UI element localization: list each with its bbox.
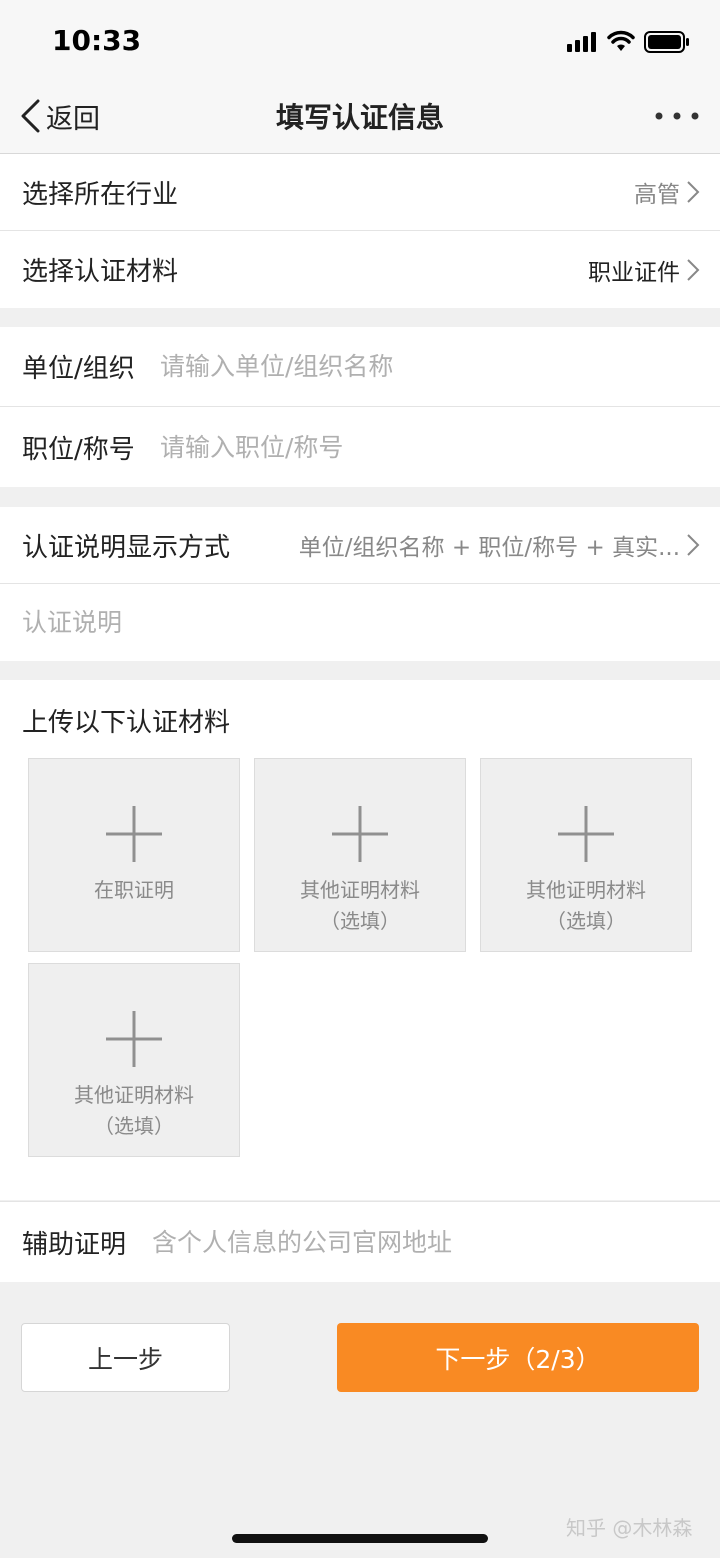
upload-tile-other-proof[interactable]: 其他证明材料 （选填） — [28, 963, 240, 1157]
plus-icon — [106, 806, 162, 862]
upload-tile-other-proof[interactable]: 其他证明材料 （选填） — [254, 758, 466, 952]
tile-label: 其他证明材料 （选填） — [74, 1083, 194, 1138]
identity-section: 单位/组织 职位/称号 — [0, 327, 720, 487]
wifi-icon — [607, 30, 635, 51]
material-type-value: 职业证件 — [588, 259, 680, 286]
industry-label: 选择所在行业 — [22, 179, 179, 210]
auxiliary-section: 辅助证明 — [0, 1201, 720, 1282]
upload-tile-employment-proof[interactable]: 在职证明 — [28, 758, 240, 952]
auxiliary-input[interactable] — [152, 1222, 700, 1262]
status-bar: 10:33 — [0, 0, 720, 80]
material-type-row[interactable]: 选择认证材料 职业证件 — [0, 231, 720, 308]
more-icon[interactable] — [654, 110, 700, 122]
industry-value: 高管 — [634, 182, 680, 208]
position-input[interactable] — [160, 427, 700, 467]
next-step-button[interactable]: 下一步（2/3） — [337, 1323, 699, 1392]
auxiliary-row: 辅助证明 — [0, 1202, 720, 1282]
plus-icon — [106, 1011, 162, 1067]
organization-row: 单位/组织 — [0, 327, 720, 407]
upload-tile-other-proof[interactable]: 其他证明材料 （选填） — [480, 758, 692, 952]
description-row — [0, 584, 720, 661]
watermark: 知乎 @木林森 — [566, 1516, 693, 1540]
battery-icon — [644, 31, 689, 53]
chevron-right-icon — [687, 181, 700, 203]
tile-label: 在职证明 — [94, 878, 174, 902]
description-section: 认证说明显示方式 单位/组织名称 + 职位/称号 + 真实... — [0, 507, 720, 661]
nav-bar: 返回 填写认证信息 — [0, 80, 720, 154]
prev-step-button[interactable]: 上一步 — [21, 1323, 230, 1392]
description-input[interactable] — [22, 602, 700, 643]
organization-label: 单位/组织 — [22, 354, 135, 384]
category-section: 选择所在行业 高管 选择认证材料 职业证件 — [0, 154, 720, 308]
tile-label: 其他证明材料 （选填） — [300, 878, 420, 933]
upload-title: 上传以下认证材料 — [22, 708, 231, 738]
plus-icon — [558, 806, 614, 862]
material-type-label: 选择认证材料 — [22, 257, 179, 287]
home-indicator — [232, 1534, 488, 1543]
page-title: 填写认证信息 — [275, 101, 444, 134]
plus-icon — [332, 806, 388, 862]
display-mode-label: 认证说明显示方式 — [22, 532, 231, 563]
upload-section: 上传以下认证材料 在职证明 其他证明材料 （选填） 其他证明材料 （选填） 其他… — [0, 680, 720, 1200]
position-label: 职位/称号 — [22, 434, 135, 465]
signal-icon — [567, 32, 596, 52]
display-mode-value: 单位/组织名称 + 职位/称号 + 真实... — [298, 535, 680, 561]
chevron-right-icon — [687, 534, 700, 556]
chevron-right-icon — [687, 258, 700, 281]
organization-input[interactable] — [160, 346, 700, 387]
industry-row[interactable]: 选择所在行业 高管 — [0, 154, 720, 231]
status-time: 10:33 — [52, 24, 142, 57]
auxiliary-label: 辅助证明 — [22, 1229, 127, 1260]
tile-label: 其他证明材料 （选填） — [526, 878, 646, 933]
position-row: 职位/称号 — [0, 407, 720, 487]
display-mode-row[interactable]: 认证说明显示方式 单位/组织名称 + 职位/称号 + 真实... — [0, 507, 720, 584]
